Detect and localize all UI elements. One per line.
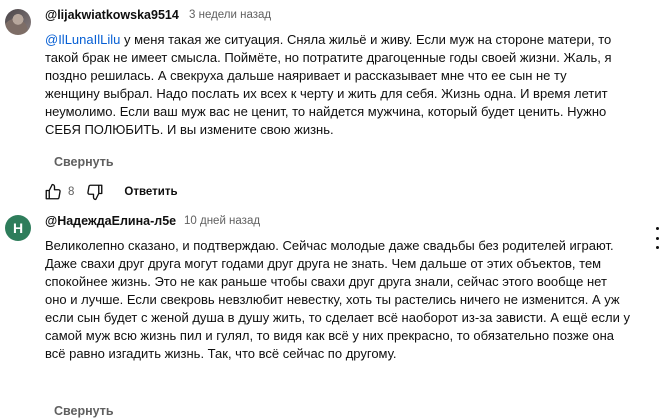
comment-body: @IlLunaIlLilu у меня такая же ситуация. … xyxy=(45,31,620,139)
comment-text: Великолепно сказано, и подтверждаю. Сейч… xyxy=(45,238,630,361)
comment-timestamp[interactable]: 3 недели назад xyxy=(189,9,271,21)
like-count: 8 xyxy=(68,186,75,198)
thumb-down-icon[interactable] xyxy=(84,182,106,202)
comment-author[interactable]: @lijakwiatkowska9514 xyxy=(45,8,179,22)
comment: @lijakwiatkowska9514 3 недели назад @IlL… xyxy=(0,0,667,206)
more-vert-icon[interactable] xyxy=(652,227,662,249)
comment-timestamp[interactable]: 10 дней назад xyxy=(184,215,260,227)
thumb-up-icon[interactable] xyxy=(42,182,64,202)
comment-text: у меня такая же ситуация. Сняла жильё и … xyxy=(45,32,612,137)
comment-actions: 8 Ответить xyxy=(42,182,178,202)
comment: Н @НадеждаЕлина-л5е 10 дней назад Велико… xyxy=(0,206,667,419)
comment-author[interactable]: @НадеждаЕлина-л5е xyxy=(45,214,176,228)
avatar[interactable]: Н xyxy=(5,215,31,241)
collapse-button[interactable]: Свернуть xyxy=(54,404,114,418)
avatar[interactable] xyxy=(5,9,31,35)
reply-button[interactable]: Ответить xyxy=(124,186,177,198)
comment-body: Великолепно сказано, и подтверждаю. Сейч… xyxy=(45,237,630,363)
collapse-button[interactable]: Свернуть xyxy=(54,155,114,169)
mention-link[interactable]: @IlLunaIlLilu xyxy=(45,32,120,47)
